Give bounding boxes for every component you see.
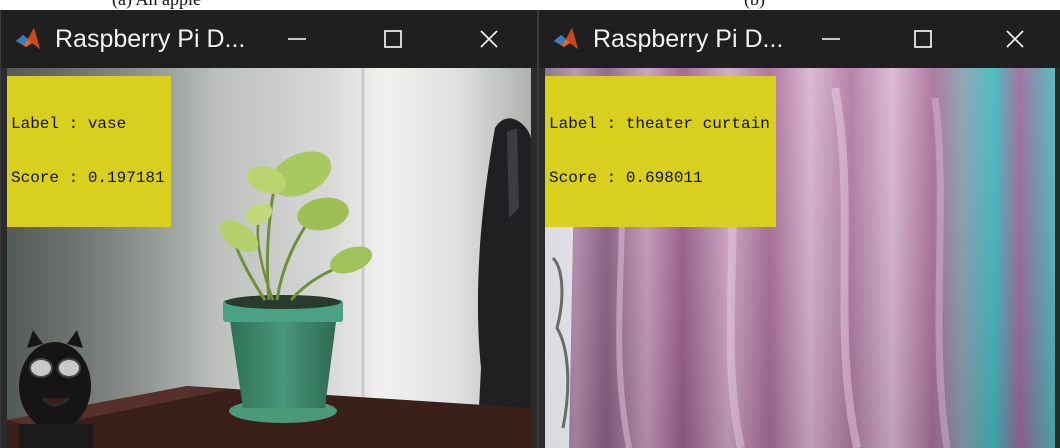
window-title: Raspberry Pi D... bbox=[55, 24, 246, 53]
prediction-overlay: Label : theater curtain Score : 0.698011 bbox=[545, 76, 776, 227]
window-controls bbox=[249, 10, 537, 68]
close-icon bbox=[480, 30, 498, 48]
camera-window-right: Raspberry Pi D... Label: theater curtai… bbox=[538, 10, 1060, 448]
figure-caption-strip: (a) An apple (b) bbox=[0, 0, 1060, 10]
minimize-icon bbox=[822, 38, 840, 40]
prediction-score: Score : 0.197181 bbox=[11, 169, 165, 187]
maximize-icon bbox=[384, 30, 402, 48]
prediction-label: Label : vase bbox=[11, 115, 127, 133]
caption-left-fragment: (a) An apple bbox=[112, 0, 201, 8]
window-title: Raspberry Pi D... bbox=[593, 24, 784, 53]
caption-right-fragment: (b) bbox=[744, 0, 765, 8]
matlab-icon bbox=[551, 24, 581, 54]
minimize-button[interactable] bbox=[249, 10, 345, 68]
maximize-button[interactable] bbox=[877, 10, 969, 68]
prediction-label: Label : theater curtain bbox=[549, 115, 770, 133]
camera-window-left: Raspberry Pi D... Label: vase Score: 0… bbox=[0, 10, 538, 448]
close-icon bbox=[1006, 30, 1024, 48]
window-controls bbox=[785, 10, 1060, 68]
maximize-button[interactable] bbox=[345, 10, 441, 68]
prediction-overlay: Label : vase Score : 0.197181 bbox=[7, 76, 171, 227]
minimize-button[interactable] bbox=[785, 10, 877, 68]
close-button[interactable] bbox=[969, 10, 1060, 68]
camera-feed: Label : theater curtain Score : 0.698011 bbox=[545, 68, 1055, 448]
title-bar[interactable]: Raspberry Pi D... bbox=[1, 10, 537, 68]
camera-feed: Label : vase Score : 0.197181 bbox=[7, 68, 531, 448]
matlab-icon bbox=[13, 24, 43, 54]
title-bar[interactable]: Raspberry Pi D... bbox=[539, 10, 1060, 68]
prediction-score: Score : 0.698011 bbox=[549, 169, 703, 187]
screenshot-page: (a) An apple (b) Raspberry Pi D... bbox=[0, 0, 1060, 448]
close-button[interactable] bbox=[441, 10, 537, 68]
maximize-icon bbox=[914, 30, 932, 48]
minimize-icon bbox=[288, 38, 306, 40]
